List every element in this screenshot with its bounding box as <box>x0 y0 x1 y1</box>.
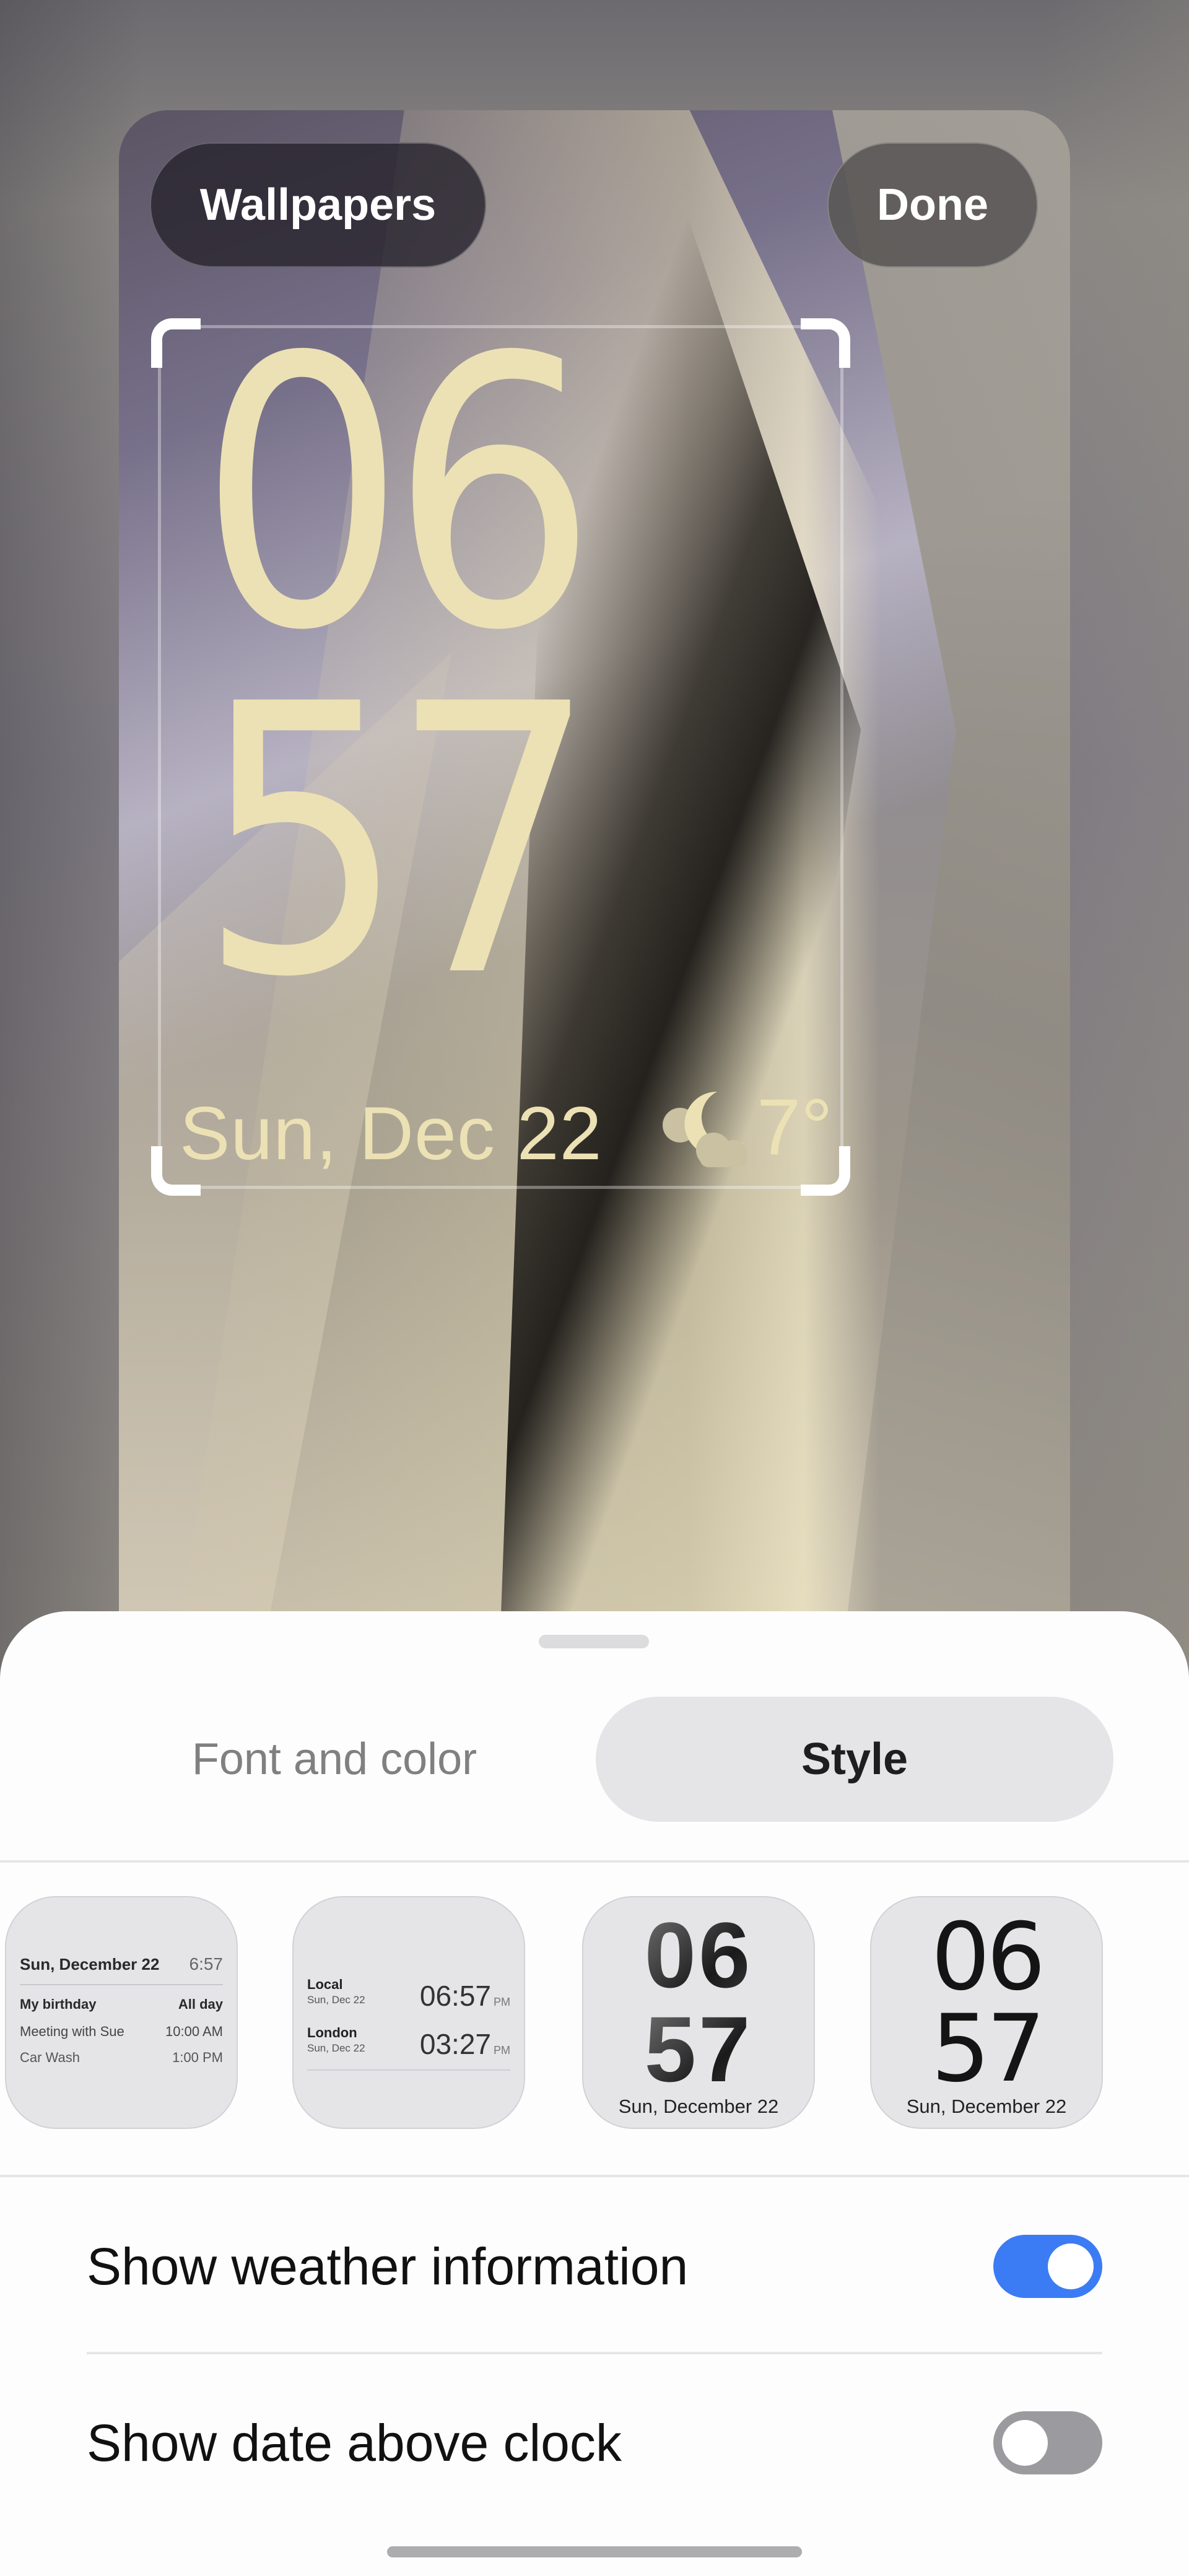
toggle-knob <box>1048 2243 1094 2289</box>
zone-ampm: PM <box>494 1996 510 2008</box>
weather-toggle[interactable] <box>993 2235 1102 2298</box>
clock-hours: 06 <box>198 279 598 711</box>
event-title: Car Wash <box>20 2050 80 2065</box>
zone-date: Sun, Dec 22 <box>307 2042 365 2054</box>
divider <box>0 1860 1189 1863</box>
tab-bar: Font and color Style <box>0 1697 1189 1822</box>
drag-handle[interactable] <box>539 1635 649 1648</box>
moon-cloud-icon <box>663 1091 747 1167</box>
zone-ampm: PM <box>494 2044 510 2056</box>
thumb-hours: 06 <box>931 1904 1046 2011</box>
thumb-date: Sun, December 22 <box>906 2095 1067 2117</box>
event-time: 10:00 AM <box>165 2024 223 2039</box>
zone-time: 03:27 PM <box>420 2027 510 2061</box>
style-options: Sun, December 22 6:57 My birthday All da… <box>0 1896 1189 2129</box>
event-row: Meeting with Sue 10:00 AM <box>20 2024 223 2040</box>
event-title: My birthday <box>20 1996 97 2012</box>
setting-label: Show weather information <box>87 2237 689 2295</box>
tab-style[interactable]: Style <box>596 1697 1113 1822</box>
thumb-time: 6:57 <box>189 1954 224 1973</box>
toggle-knob <box>1002 2420 1048 2466</box>
zone-time: 06:57 PM <box>420 1979 510 2012</box>
zone-date: Sun, Dec 22 <box>307 1994 365 2006</box>
style-option-thin[interactable]: 06 57 Sun, December 22 <box>870 1896 1103 2129</box>
setting-label: Show date above clock <box>87 2413 622 2472</box>
thumb-hours: 06 <box>583 1908 814 2001</box>
thumb-minutes: 57 <box>931 1995 1046 2103</box>
thumb-date: Sun, December 22 <box>20 1955 160 1973</box>
thumb-date: Sun, December 22 <box>618 2095 779 2117</box>
tab-font-and-color[interactable]: Font and color <box>99 1697 570 1822</box>
wallpapers-button[interactable]: Wallpapers <box>150 142 486 268</box>
clock-date: Sun, Dec 22 <box>180 1091 603 1175</box>
zone-name: Local <box>307 1977 343 1992</box>
divider <box>0 2175 1189 2177</box>
done-button[interactable]: Done <box>827 142 1038 268</box>
clock-minutes: 57 <box>198 625 598 1058</box>
event-title: Meeting with Sue <box>20 2024 124 2039</box>
zone-local: Local Sun, Dec 22 <box>307 1977 365 2006</box>
style-option-calendar[interactable]: Sun, December 22 6:57 My birthday All da… <box>5 1896 238 2129</box>
divider <box>20 1984 223 1985</box>
divider <box>87 2352 1102 2354</box>
clock: 06 57 <box>198 279 706 1058</box>
resize-handle-top-left[interactable] <box>151 318 201 368</box>
setting-show-date-above-clock[interactable]: Show date above clock <box>87 2381 1102 2505</box>
zone-london: London Sun, Dec 22 <box>307 2025 365 2055</box>
temperature: 7° <box>757 1082 833 1172</box>
event-row: Car Wash 1:00 PM <box>20 2050 223 2066</box>
home-indicator[interactable] <box>387 2546 802 2557</box>
resize-handle-top-right[interactable] <box>801 318 850 368</box>
zone-name: London <box>307 2025 357 2040</box>
date-above-clock-toggle[interactable] <box>993 2411 1102 2474</box>
clock-selection-frame[interactable]: 06 57 Sun, Dec 22 7° <box>151 279 850 1196</box>
style-option-dual-clock[interactable]: Local Sun, Dec 22 06:57 PM London Sun, De… <box>292 1896 525 2129</box>
setting-show-weather[interactable]: Show weather information <box>87 2204 1102 2328</box>
zone-time-value: 03:27 <box>419 2028 491 2060</box>
bottom-sheet: Font and color Style Sun, December 22 6:… <box>0 1611 1189 2576</box>
style-option-bold[interactable]: 06 57 Sun, December 22 <box>582 1896 815 2129</box>
zone-time-value: 06:57 <box>419 1980 491 2012</box>
divider <box>307 2069 510 2071</box>
event-time: 1:00 PM <box>172 2050 223 2065</box>
weather-widget: 7° <box>656 1081 832 1173</box>
thumb-minutes: 57 <box>583 2003 814 2095</box>
event-row: My birthday All day <box>20 1996 223 2012</box>
lock-screen-preview[interactable]: Wallpapers Done 06 57 Sun, Dec 22 7° <box>119 110 1070 1658</box>
event-time: All day <box>178 1996 223 2012</box>
